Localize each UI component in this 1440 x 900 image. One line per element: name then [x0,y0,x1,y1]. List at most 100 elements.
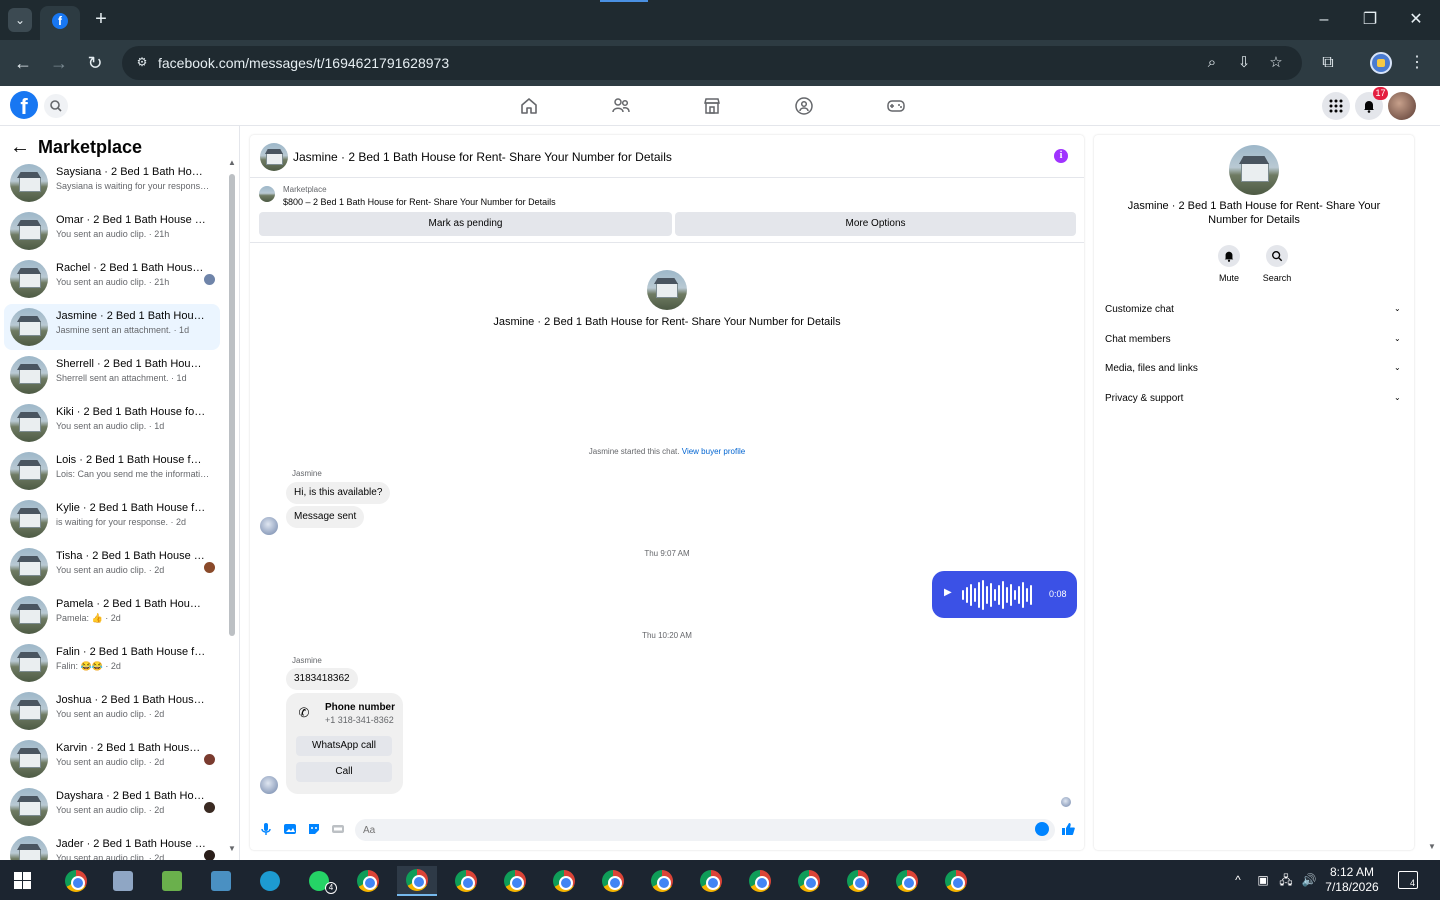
conversation-title[interactable]: Jasmine · 2 Bed 1 Bath House for Rent- S… [293,150,672,164]
chat-list-item[interactable]: Sherrell · 2 Bed 1 Bath House for Rent- … [4,352,220,398]
scroll-down-icon[interactable]: ▼ [228,844,236,853]
url-text[interactable]: facebook.com/messages/t/1694621791628973 [158,55,449,71]
taskbar-edge-icon[interactable] [250,866,290,896]
back-arrow-icon[interactable]: ← [10,136,34,159]
gallery-icon[interactable] [283,822,297,836]
emoji-icon[interactable] [1035,822,1049,836]
page-scroll-down-icon[interactable]: ▼ [1428,842,1436,851]
panel-section[interactable]: Privacy & support ⌄ [1094,387,1414,411]
chat-list-item[interactable]: Kylie · 2 Bed 1 Bath House for Rent- Sha… [4,496,220,542]
message-bubble[interactable]: 3183418362 [286,668,358,690]
taskbar-clock[interactable]: 8:12 AM 7/18/2026 [1322,865,1382,895]
taskbar-chrome-icon[interactable] [936,866,976,896]
message-input[interactable] [355,819,1055,841]
listing-description[interactable]: $800 – 2 Bed 1 Bath House for Rent- Shar… [283,197,556,207]
tray-device-icon[interactable]: ▣ [1255,872,1271,888]
chat-list-scrollbar[interactable]: ▲ ▼ [228,158,236,856]
search-conversation-icon[interactable] [1266,245,1288,267]
taskbar-chrome-icon[interactable] [838,866,878,896]
gaming-icon[interactable] [885,95,907,117]
panel-section[interactable]: Chat members ⌄ [1094,328,1414,352]
forward-icon[interactable]: → [46,50,72,76]
scroll-up-icon[interactable]: ▲ [228,158,236,167]
taskbar-notepad-icon[interactable] [152,866,192,896]
windows-start-icon[interactable] [14,872,31,889]
chat-list-item[interactable]: Kiki · 2 Bed 1 Bath House for Rent- Shar… [4,400,220,446]
taskbar-chrome-icon[interactable] [348,866,388,896]
chat-list-item[interactable]: Karvin · 2 Bed 1 Bath House for Rent- Sh… [4,736,220,782]
view-buyer-profile-link[interactable]: View buyer profile [682,447,745,456]
reload-icon[interactable]: ↻ [82,50,108,76]
taskbar-chrome-icon[interactable] [887,866,927,896]
taskbar-chrome-icon[interactable] [642,866,682,896]
play-icon[interactable]: ▶ [944,587,952,598]
close-window-icon[interactable]: ✕ [1404,8,1428,32]
panel-section[interactable]: Customize chat ⌄ [1094,298,1414,322]
chat-list-item[interactable]: Omar · 2 Bed 1 Bath House for Rent- Shar… [4,208,220,254]
search-icon[interactable] [44,94,68,118]
tray-expand-icon[interactable]: ^ [1230,872,1246,888]
message-bubble[interactable]: Message sent [286,506,365,528]
extensions-icon[interactable]: ⧉ [1316,51,1340,75]
listing-thumbnail[interactable] [259,186,275,202]
chat-list-item[interactable]: Falin · 2 Bed 1 Bath House for Rent- Sha… [4,640,220,686]
chat-info-avatar[interactable] [1229,145,1279,195]
scroll-thumb[interactable] [229,174,235,636]
mute-button[interactable]: Mute [1209,245,1249,283]
sender-avatar[interactable] [260,517,278,535]
taskbar-chrome-icon[interactable] [495,866,535,896]
install-app-icon[interactable]: ⇩ [1234,53,1254,73]
new-tab-button[interactable]: + [90,8,112,30]
browser-menu-icon[interactable]: ⋮ [1405,51,1429,75]
taskbar-chrome-icon[interactable] [446,866,486,896]
info-icon[interactable]: i [1054,149,1068,163]
whatsapp-call-button[interactable]: WhatsApp call [296,736,392,756]
chat-list-item[interactable]: Joshua · 2 Bed 1 Bath House for Rent- Sh… [4,688,220,734]
more-options-button[interactable]: More Options [675,212,1076,236]
taskbar-chrome-icon[interactable] [789,866,829,896]
bookmark-star-icon[interactable]: ☆ [1266,53,1286,73]
sticker-icon[interactable] [307,822,321,836]
chat-list-item[interactable]: Lois · 2 Bed 1 Bath House for Rent- Shar… [4,448,220,494]
restore-icon[interactable]: ❐ [1358,8,1382,32]
taskbar-chrome-active-icon[interactable] [397,866,437,896]
taskbar-whatsapp-icon[interactable]: 4 [299,866,339,896]
address-bar[interactable]: ⚙ facebook.com/messages/t/16946217916289… [122,46,1302,80]
search-conversation-button[interactable]: Search [1257,245,1297,283]
taskbar-keyboard-icon[interactable] [201,866,241,896]
call-button[interactable]: Call [296,762,392,782]
chat-list-item[interactable]: Jader · 2 Bed 1 Bath House for Rent- Sha… [4,832,220,860]
marketplace-icon[interactable] [701,95,723,117]
site-info-icon[interactable]: ⚙ [134,55,150,71]
menu-grid-icon[interactable] [1322,92,1350,120]
taskbar-chrome-icon[interactable] [593,866,633,896]
browser-tab-facebook[interactable]: f [40,6,80,40]
taskbar-chrome-icon[interactable] [544,866,584,896]
taskbar-chrome-icon[interactable] [691,866,731,896]
zoom-icon[interactable]: ⌕ [1202,53,1222,73]
like-icon[interactable] [1060,821,1076,837]
panel-section[interactable]: Media, files and links ⌄ [1094,357,1414,381]
mark-as-pending-button[interactable]: Mark as pending [259,212,672,236]
mic-icon[interactable] [259,822,273,836]
conversation-avatar[interactable] [260,143,288,171]
taskbar-chrome-icon[interactable] [56,866,96,896]
taskbar-chrome-icon[interactable] [740,866,780,896]
sender-avatar[interactable] [260,776,278,794]
notification-center-icon[interactable]: 4 [1398,871,1418,889]
network-icon[interactable]: 🖧 [1278,872,1294,888]
home-icon[interactable] [518,95,540,117]
tab-search-icon[interactable]: ⌄ [8,8,32,32]
chat-list-item[interactable]: Dayshara · 2 Bed 1 Bath House for Rent- … [4,784,220,830]
volume-icon[interactable]: 🔊 [1301,872,1317,888]
chat-list-item[interactable]: Saysiana · 2 Bed 1 Bath House for Rent- … [4,160,220,206]
browser-profile-icon[interactable] [1370,52,1392,74]
minimize-icon[interactable]: – [1312,8,1336,32]
chat-list-item[interactable]: Pamela · 2 Bed 1 Bath House for Rent- Sh… [4,592,220,638]
back-icon[interactable]: ← [10,50,36,76]
mute-bell-icon[interactable] [1218,245,1240,267]
chat-list-item[interactable]: Rachel · 2 Bed 1 Bath House for Rent- Sh… [4,256,220,302]
chat-list-item[interactable]: Jasmine · 2 Bed 1 Bath House for Rent- S… [4,304,220,350]
account-avatar[interactable] [1388,92,1416,120]
taskbar-app-icon[interactable] [103,866,143,896]
